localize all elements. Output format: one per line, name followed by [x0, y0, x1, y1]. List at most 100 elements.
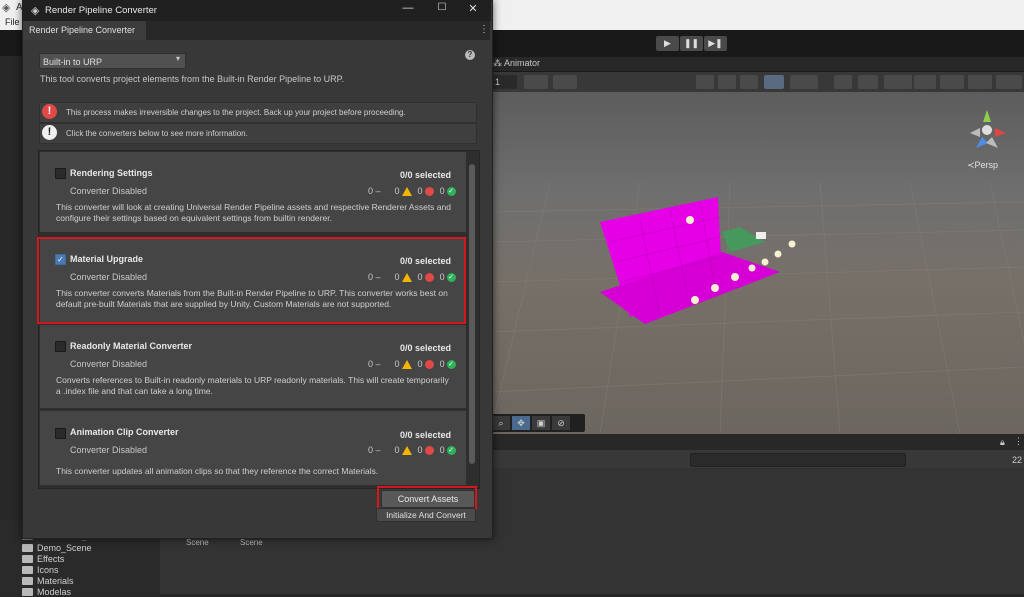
tab-animator[interactable]: ⁂ Animator — [493, 58, 540, 69]
initialize-and-convert-button[interactable]: Initialize And Convert — [376, 508, 476, 522]
help-icon[interactable]: ? — [465, 50, 475, 60]
window-title: Render Pipeline Converter — [45, 5, 157, 16]
step-button[interactable]: ▶❚ — [704, 36, 727, 51]
converter-description: This converter will look at creating Uni… — [56, 202, 451, 223]
converter-name: Animation Clip Converter — [70, 427, 179, 437]
success-icon: ✓ — [446, 186, 456, 196]
converter-description: This converter updates all animation cli… — [56, 466, 379, 476]
scene-field[interactable]: 1 — [492, 75, 517, 89]
error-count: 0 — [417, 359, 423, 369]
tab-render-pipeline-converter[interactable]: Render Pipeline Converter — [23, 21, 146, 40]
move-tool-icon[interactable]: ✥ — [512, 416, 530, 430]
converter-description: Converts references to Built-in readonly… — [56, 375, 449, 396]
folder-icon — [22, 566, 33, 574]
converter-checkbox[interactable] — [55, 428, 66, 439]
converter-checkbox[interactable] — [55, 168, 66, 179]
folder-icon — [22, 544, 33, 552]
converter-scrollbar[interactable] — [469, 164, 475, 464]
audio-toggle-button[interactable] — [884, 75, 912, 89]
tree-item[interactable]: Materials — [22, 576, 74, 586]
hand-tool-icon[interactable]: ⌕ — [492, 416, 510, 430]
project-search-input[interactable] — [690, 453, 906, 467]
draw-mode-button[interactable] — [790, 75, 818, 89]
warning-count: 0 — [394, 186, 400, 196]
unity-window-icon: ◈ — [31, 5, 40, 17]
shading-solid-button[interactable] — [740, 75, 758, 89]
gizmos-button[interactable] — [996, 75, 1022, 89]
rect-tool-icon[interactable]: ▣ — [532, 416, 550, 430]
info-icon: ! — [42, 125, 57, 140]
warning-icon: ! — [42, 104, 57, 119]
hierarchy-panel — [0, 56, 22, 594]
tree-item-label: Materials — [37, 576, 74, 586]
visibility-toggle-button[interactable] — [914, 75, 936, 89]
converter-selected-count: 0/0 selected — [400, 170, 452, 180]
tree-item[interactable]: Modelas — [22, 587, 71, 597]
error-icon — [424, 359, 434, 369]
pending-count: 0 – — [368, 359, 381, 369]
converter-checkbox[interactable] — [55, 341, 66, 352]
success-icon: ✓ — [446, 359, 456, 369]
lighting-toggle-button[interactable] — [858, 75, 878, 89]
warning-count: 0 — [394, 359, 400, 369]
tab-animator-label: Animator — [504, 58, 541, 68]
tree-item-label: Modelas — [37, 587, 72, 597]
converter-counts: 0 – 0 0 0 ✓ — [368, 359, 456, 369]
shading-shaded-button[interactable] — [718, 75, 736, 89]
asset-label[interactable]: Scene — [240, 538, 263, 547]
minimize-icon[interactable]: — — [400, 2, 416, 14]
menu-file[interactable]: File — [5, 17, 20, 27]
scene-view[interactable] — [490, 92, 1024, 434]
tree-item-label: Icons — [37, 565, 59, 575]
animator-icon: ⁂ — [493, 58, 505, 68]
tool-description: This tool converts project elements from… — [40, 74, 344, 84]
success-count: 0 — [439, 186, 445, 196]
orientation-gizmo[interactable] — [964, 106, 1010, 156]
warning-count: 0 — [394, 445, 400, 455]
asset-label[interactable]: Scene — [186, 538, 209, 547]
play-button[interactable]: ▶ — [656, 36, 679, 51]
converter-selected-count: 0/0 selected — [400, 430, 452, 440]
shading-lit-button[interactable] — [764, 75, 784, 89]
converter-status: Converter Disabled — [70, 186, 148, 196]
converter-counts: 0 – 0 0 0 ✓ — [368, 445, 456, 455]
tree-item[interactable]: Effects — [22, 554, 64, 564]
scene-tools-overlay: ⌕ ✥ ▣ ⊘ — [489, 414, 585, 432]
shading-wire-button[interactable] — [696, 75, 714, 89]
warning-icon — [401, 359, 412, 369]
unity-logo-icon: ◈ — [2, 2, 11, 14]
persp-text: Persp — [974, 160, 999, 170]
tree-item[interactable]: Icons — [22, 565, 59, 575]
camera-button[interactable] — [968, 75, 992, 89]
success-count: 0 — [439, 359, 445, 369]
kebab-menu-icon[interactable]: ⋮ — [479, 24, 489, 35]
grid-snap-button[interactable] — [524, 75, 548, 89]
converter-status: Converter Disabled — [70, 445, 148, 455]
pause-button[interactable]: ❚❚ — [680, 36, 703, 51]
camera-gizmo — [756, 232, 766, 239]
close-icon[interactable]: ✕ — [465, 2, 481, 15]
converter-counts: 0 – 0 0 0 ✓ — [368, 186, 456, 196]
transform-tool-icon[interactable]: ⊘ — [552, 416, 570, 430]
scene-grid-lines — [490, 181, 1024, 434]
error-icon — [424, 445, 434, 455]
success-icon: ✓ — [446, 445, 456, 455]
grid-toggle-button[interactable] — [553, 75, 577, 89]
persp-label[interactable]: ≺Persp — [967, 160, 998, 171]
layers-button[interactable] — [940, 75, 964, 89]
menu-dots-icon[interactable]: ⋮ — [1014, 436, 1023, 447]
info-text: Click the converters below to see more i… — [66, 129, 248, 138]
warning-text: This process makes irreversible changes … — [66, 108, 406, 117]
converter-status: Converter Disabled — [70, 359, 148, 369]
2d-toggle-button[interactable] — [834, 75, 852, 89]
project-tab-bar: 🔒︎ ⋮ — [490, 434, 1024, 450]
maximize-icon[interactable]: ☐ — [434, 2, 450, 13]
pipeline-select[interactable]: Built-in to URP — [39, 53, 186, 69]
scene-tab-bar — [490, 57, 1024, 71]
tree-item[interactable]: Demo_Scene — [22, 543, 92, 553]
chevron-down-icon: ▾ — [176, 54, 181, 63]
error-icon — [424, 186, 434, 196]
pending-count: 0 – — [368, 186, 381, 196]
lock-icon[interactable]: 🔒︎ — [1000, 437, 1005, 448]
tree-item-label: Demo_Scene — [37, 543, 92, 553]
